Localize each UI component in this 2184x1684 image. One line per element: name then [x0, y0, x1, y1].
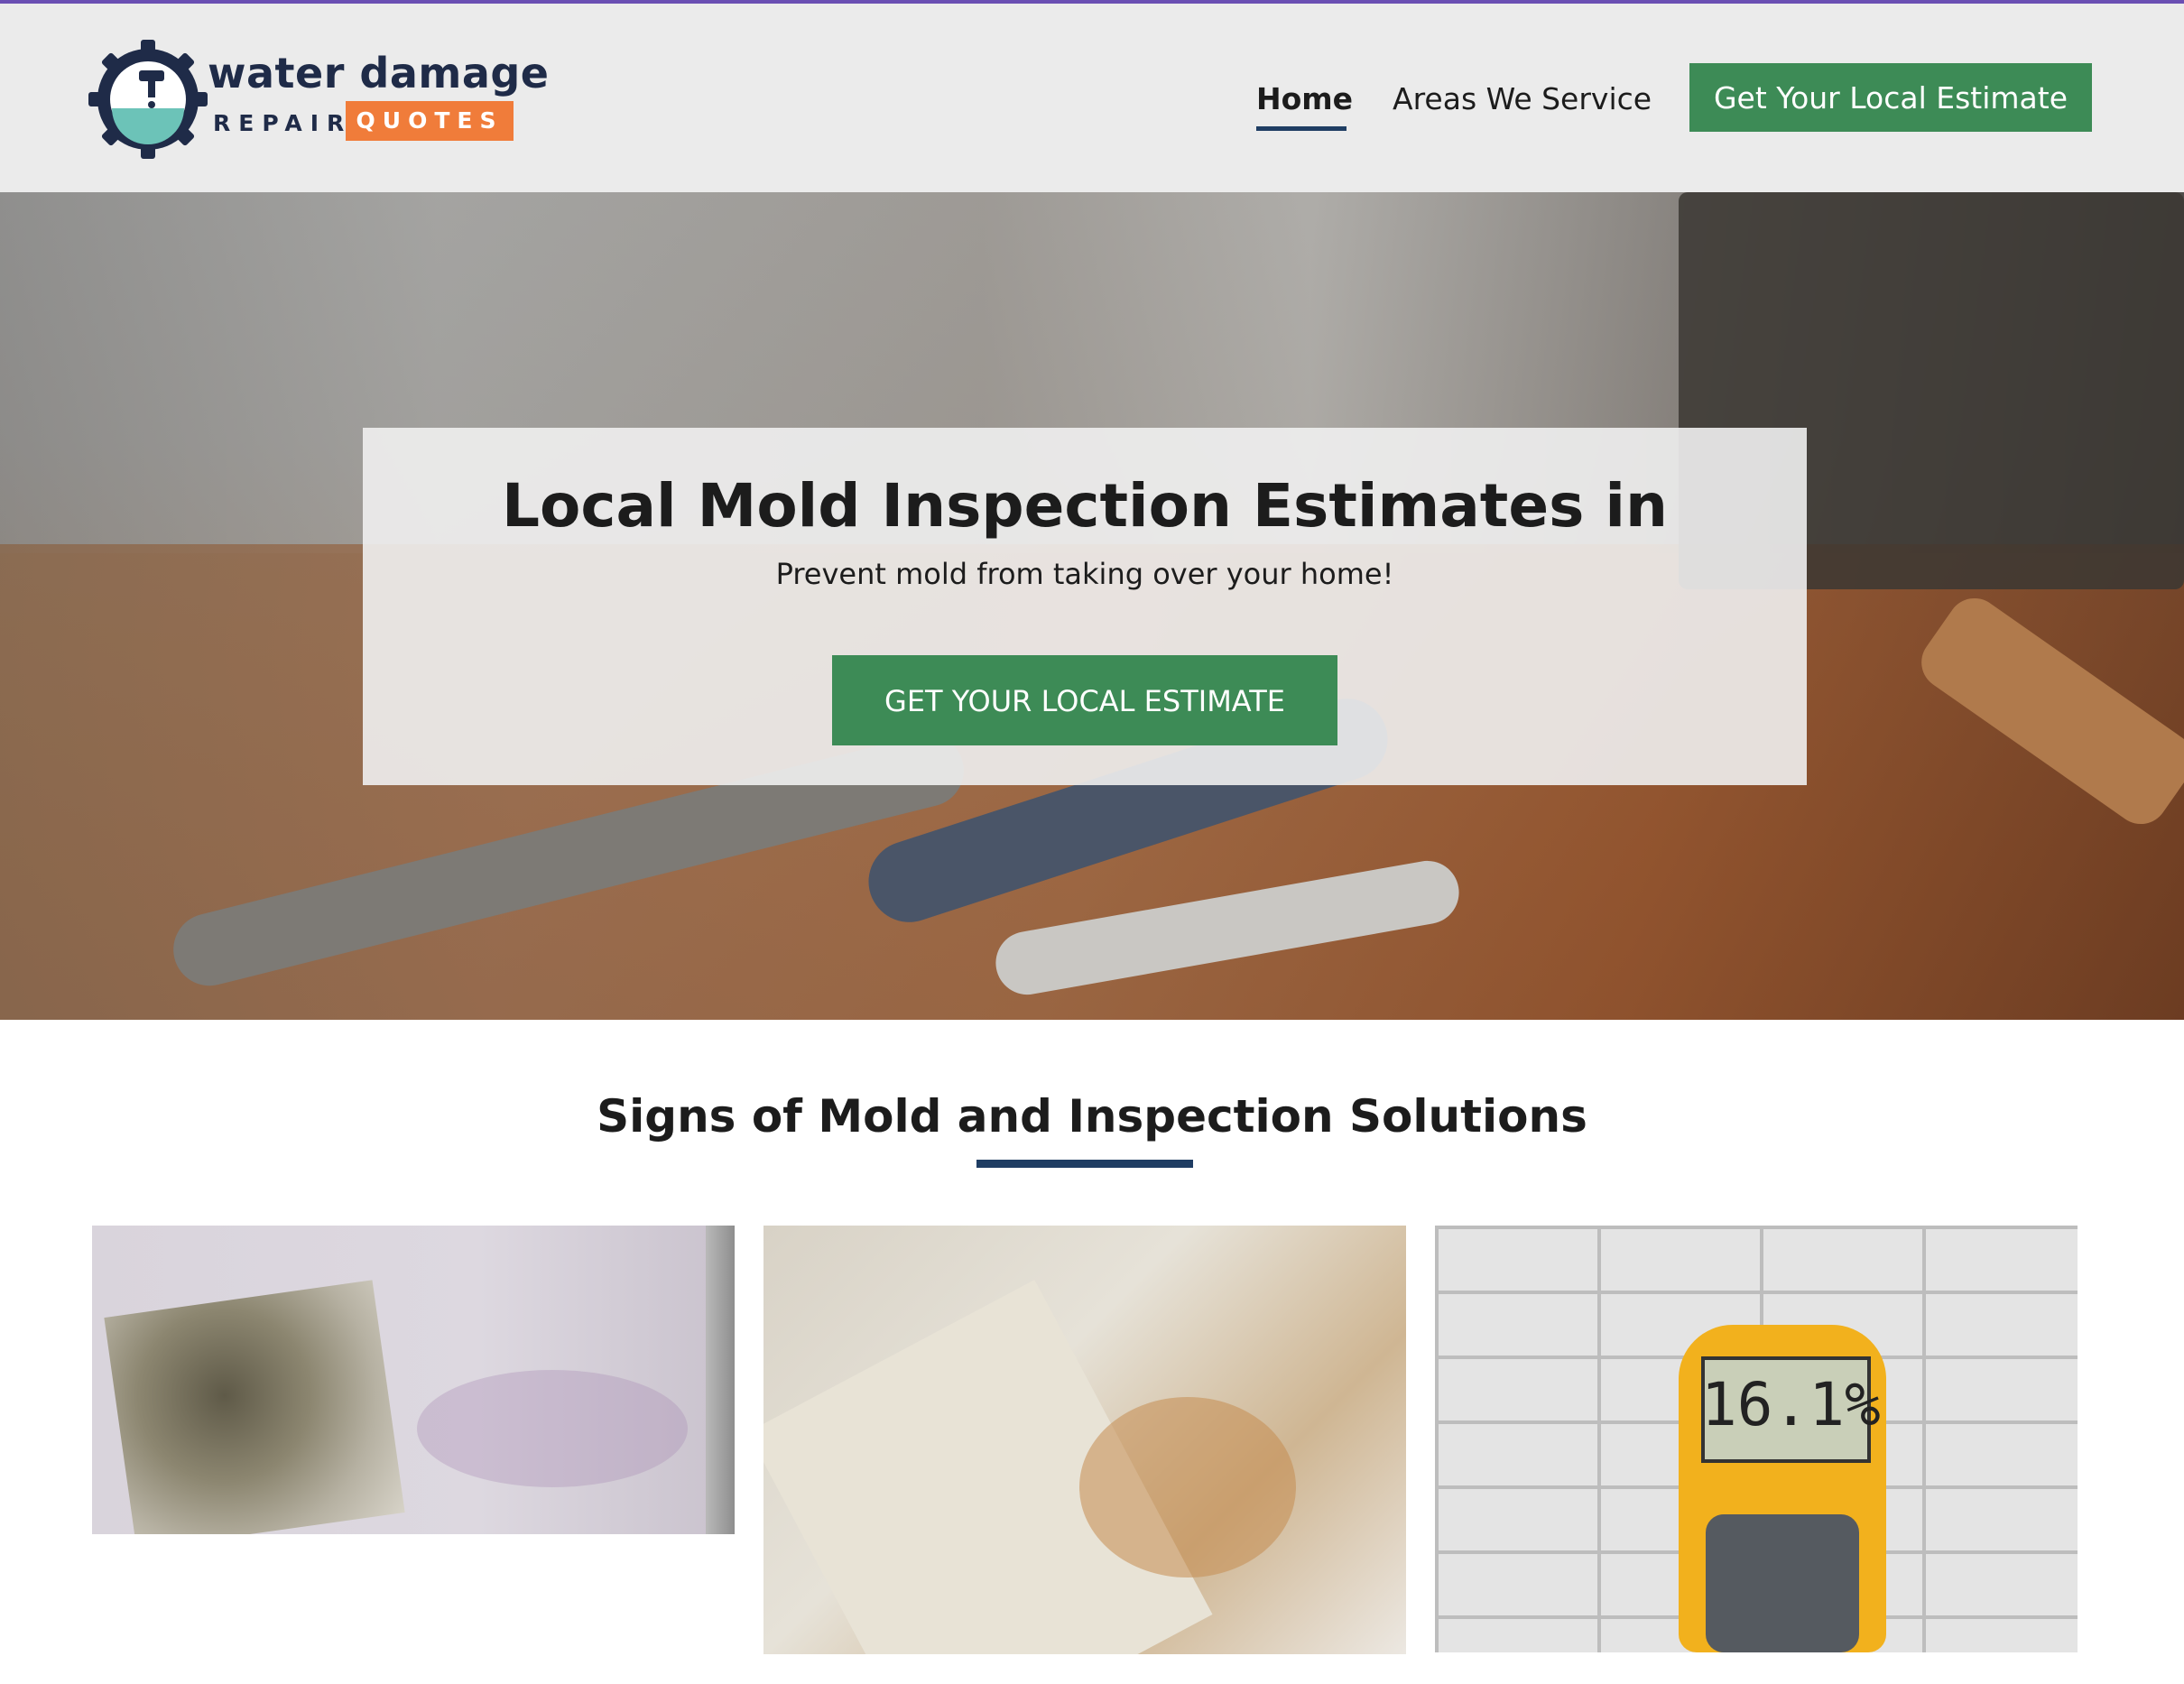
- water-stain: [1079, 1397, 1296, 1578]
- logo-wordmark: water damage: [208, 49, 550, 97]
- baseboard: [706, 1226, 735, 1534]
- hero-title: Local Mold Inspection Estimates in: [502, 471, 1668, 541]
- hero-subtitle: Prevent mold from taking over your home!: [775, 557, 1394, 591]
- hero-card: Local Mold Inspection Estimates in Preve…: [363, 428, 1807, 785]
- logo-repair-text: REPAIR: [213, 110, 353, 136]
- wall-stain: [417, 1370, 688, 1487]
- nav-active-indicator: [1256, 126, 1346, 131]
- gear-faucet-icon: [88, 40, 208, 159]
- logo-quotes-badge: QUOTES: [346, 101, 514, 141]
- nav-home[interactable]: Home: [1256, 81, 1353, 116]
- moldy-wallpaper-piece: [104, 1280, 405, 1534]
- mold-wallpaper-image: [92, 1226, 735, 1534]
- site-header: water damage REPAIR QUOTES Home Areas We…: [0, 4, 2184, 192]
- moisture-meter-image: 16.1%: [1435, 1226, 2078, 1652]
- section-title: Signs of Mold and Inspection Solutions: [597, 1090, 1587, 1143]
- site-logo[interactable]: water damage REPAIR QUOTES: [87, 38, 549, 161]
- nav-areas-we-service[interactable]: Areas We Service: [1393, 81, 1652, 116]
- header-estimate-button[interactable]: Get Your Local Estimate: [1689, 63, 2092, 132]
- meter-reading: 16.1%: [1701, 1370, 1881, 1439]
- hero-estimate-button[interactable]: GET YOUR LOCAL ESTIMATE: [832, 655, 1337, 745]
- hero-section: Local Mold Inspection Estimates in Preve…: [0, 192, 2184, 1020]
- section-title-underline: [976, 1160, 1193, 1168]
- ceiling-water-damage-image: [763, 1226, 1406, 1654]
